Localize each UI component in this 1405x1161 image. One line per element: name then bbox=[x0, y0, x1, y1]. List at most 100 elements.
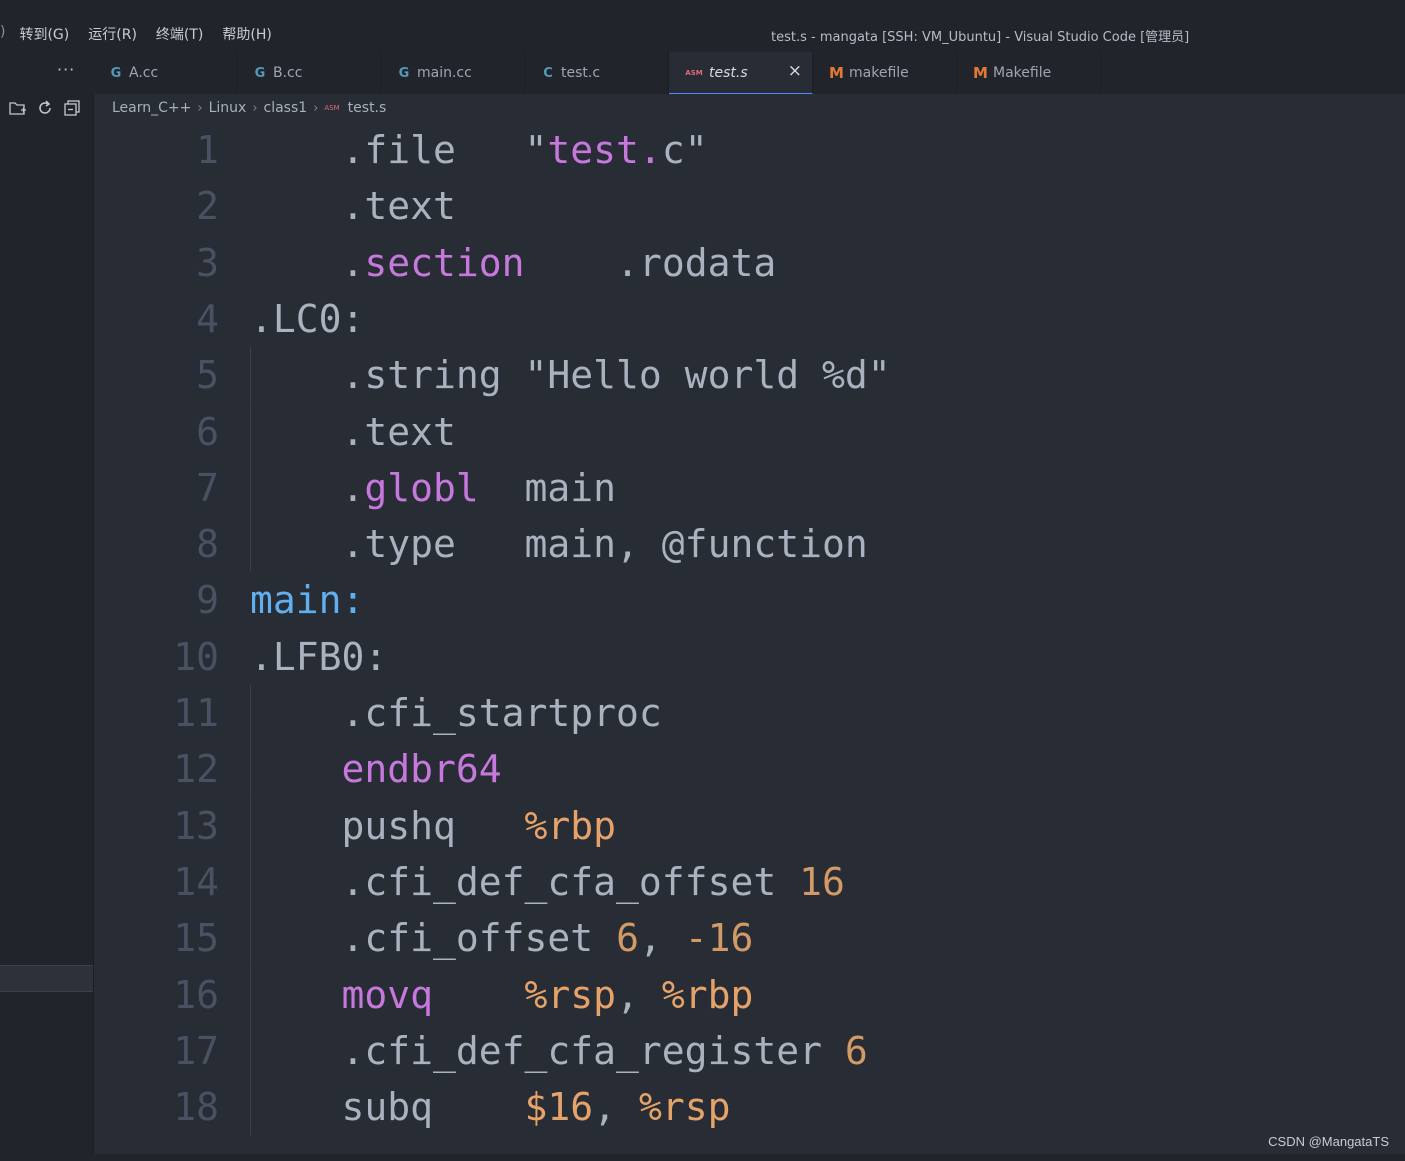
code-line[interactable]: 15 .cfi_offset 6, -16 bbox=[93, 910, 1405, 967]
code-token: 6 bbox=[844, 1028, 868, 1073]
more-actions-icon[interactable]: ··· bbox=[57, 60, 75, 79]
code-token: 6 bbox=[616, 916, 639, 961]
code-line[interactable]: 9 main: bbox=[93, 572, 1405, 628]
code-text: .cfi_def_cfa_register 6 bbox=[250, 1023, 868, 1079]
makefile-icon: M bbox=[829, 64, 844, 82]
title-bar: ) 转到(G) 运行(R) 终端(T) 帮助(H) test.s - manga… bbox=[0, 0, 1405, 52]
watermark: CSDN @MangataTS bbox=[1268, 1134, 1389, 1149]
tab-label: Makefile bbox=[993, 65, 1052, 81]
code-text: .text bbox=[250, 178, 456, 234]
code-line[interactable]: 7 .globl main bbox=[93, 459, 1405, 516]
code-line[interactable]: 11 .cfi_startproc bbox=[93, 685, 1405, 741]
code-text: .cfi_def_cfa_offset 16 bbox=[250, 854, 845, 910]
cpp-file-icon: G bbox=[110, 65, 122, 81]
code-token: main: bbox=[250, 578, 365, 623]
code-line[interactable]: 12 endbr64 bbox=[93, 741, 1405, 798]
code-line[interactable]: 10 .LFB0: bbox=[93, 629, 1405, 685]
code-text: .globl main bbox=[250, 460, 617, 516]
code-token: .cfi_startproc bbox=[341, 691, 662, 735]
line-number: 9 bbox=[196, 578, 219, 623]
code-token: .file bbox=[341, 128, 456, 172]
code-token: c" bbox=[661, 128, 708, 172]
code-token: " bbox=[455, 128, 548, 172]
tab-a-cc[interactable]: G A.cc bbox=[93, 52, 237, 94]
line-number: 17 bbox=[173, 1028, 219, 1073]
code-token: movq bbox=[341, 972, 434, 1017]
code-editor[interactable]: 1 .file "test.c" 2 .text 3 .section .rodat… bbox=[93, 120, 1405, 1154]
code-line[interactable]: 4 .LC0: bbox=[93, 291, 1405, 347]
line-number: 1 bbox=[196, 128, 219, 172]
line-number: 10 bbox=[173, 634, 219, 679]
code-text: .text bbox=[250, 404, 456, 460]
close-icon[interactable]: × bbox=[788, 61, 802, 81]
chevron-right-icon: › bbox=[313, 100, 319, 116]
code-line[interactable]: 18 subq $16, %rsp bbox=[93, 1079, 1405, 1136]
code-line[interactable]: 6 .text bbox=[93, 403, 1405, 460]
new-folder-icon[interactable] bbox=[8, 98, 28, 118]
tab-main-cc[interactable]: G main.cc bbox=[381, 52, 525, 94]
code-text: .type main, @function bbox=[250, 516, 868, 572]
code-line[interactable]: 16 movq %rsp, %rbp bbox=[93, 966, 1405, 1023]
code-line[interactable]: 3 .section .rodata bbox=[93, 235, 1405, 291]
explorer-sidebar: ··· bbox=[0, 52, 94, 1161]
code-line[interactable]: 8 .type main, @function bbox=[93, 516, 1405, 573]
tab-makefile-upper[interactable]: M Makefile bbox=[957, 52, 1101, 94]
tab-test-c[interactable]: C test.c bbox=[525, 52, 669, 94]
breadcrumb-item-class1[interactable]: class1 bbox=[264, 100, 308, 116]
line-number: 2 bbox=[196, 184, 219, 229]
tab-label: main.cc bbox=[417, 65, 472, 81]
breadcrumb-item-file[interactable]: test.s bbox=[348, 100, 387, 116]
c-file-icon: C bbox=[543, 65, 553, 81]
code-text: .cfi_startproc bbox=[250, 685, 662, 741]
code-token: .LFB0: bbox=[250, 634, 388, 679]
code-token: .text bbox=[341, 184, 456, 229]
menu-item-help[interactable]: 帮助(H) bbox=[222, 24, 271, 44]
refresh-icon[interactable] bbox=[35, 98, 55, 118]
line-number: 7 bbox=[196, 465, 219, 510]
tab-b-cc[interactable]: G B.cc bbox=[237, 52, 381, 94]
tab-label: A.cc bbox=[129, 65, 159, 81]
collapse-all-icon[interactable] bbox=[62, 98, 82, 118]
code-text: endbr64 bbox=[250, 741, 502, 797]
menu-bar: ) 转到(G) 运行(R) 终端(T) 帮助(H) bbox=[0, 24, 272, 44]
code-line[interactable]: 13 pushq %rbp bbox=[93, 797, 1405, 854]
code-token: -16 bbox=[684, 916, 754, 961]
code-line[interactable]: 14 .cfi_def_cfa_offset 16 bbox=[93, 853, 1405, 910]
line-number: 16 bbox=[173, 972, 219, 1017]
code-text: .file "test.c" bbox=[250, 122, 708, 178]
tab-test-s[interactable]: ASM test.s × bbox=[669, 52, 813, 94]
asm-file-icon: ASM bbox=[324, 104, 340, 112]
code-token: .text bbox=[341, 409, 456, 454]
asm-file-icon: ASM bbox=[685, 68, 703, 77]
code-token: pushq bbox=[341, 803, 525, 848]
breadcrumb-item-linux[interactable]: Linux bbox=[209, 100, 247, 116]
menu-item-terminal[interactable]: 终端(T) bbox=[156, 24, 203, 44]
code-line[interactable]: 17 .cfi_def_cfa_register 6 bbox=[93, 1022, 1405, 1079]
code-line[interactable]: 2 .text bbox=[93, 178, 1405, 234]
code-line[interactable]: 1 .file "test.c" bbox=[93, 122, 1405, 178]
menu-item-run[interactable]: 运行(R) bbox=[88, 24, 137, 44]
tab-makefile-lower[interactable]: M makefile bbox=[813, 52, 957, 94]
line-number: 15 bbox=[173, 916, 219, 961]
code-line[interactable]: 5 .string "Hello world %d" bbox=[93, 347, 1405, 404]
code-token: .string "Hello world %d" bbox=[341, 353, 891, 398]
line-number: 3 bbox=[196, 240, 219, 285]
code-token: , bbox=[638, 916, 685, 961]
makefile-icon: M bbox=[973, 64, 988, 82]
explorer-selected-row[interactable] bbox=[0, 965, 93, 992]
code-token: .cfi_offset bbox=[341, 916, 617, 961]
horizontal-scrollbar[interactable] bbox=[93, 1154, 1405, 1161]
line-number: 5 bbox=[196, 353, 219, 398]
breadcrumb-item-learn-cpp[interactable]: Learn_C++ bbox=[112, 100, 191, 116]
menu-item-goto[interactable]: 转到(G) bbox=[19, 24, 69, 44]
